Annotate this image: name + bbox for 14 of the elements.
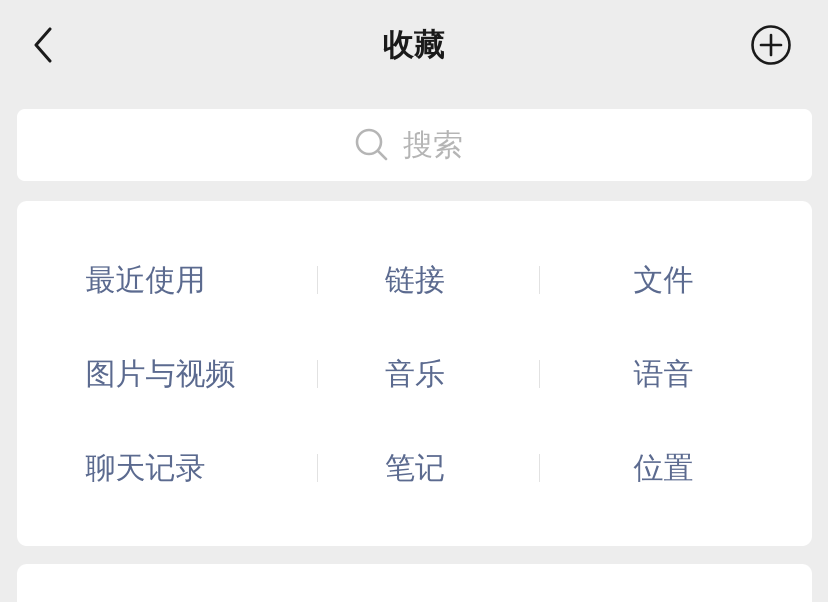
category-link[interactable]: 位置 [540,448,812,488]
add-icon[interactable] [750,24,792,66]
category-link[interactable]: 图片与视频 [16,354,316,394]
category-link[interactable]: 文件 [540,260,812,300]
category-link[interactable]: 聊天记录 [16,448,316,488]
back-icon[interactable] [33,27,53,63]
category-link[interactable]: 语音 [540,354,812,394]
category-link[interactable]: 链接 [318,260,538,300]
search-field[interactable]: 搜索 [403,128,473,162]
category-link[interactable]: 笔记 [318,448,538,488]
category-link[interactable]: 最近使用 [16,260,316,300]
category-link[interactable]: 音乐 [318,354,538,394]
page-title: 收藏 [383,26,445,65]
search-icon [355,128,389,162]
